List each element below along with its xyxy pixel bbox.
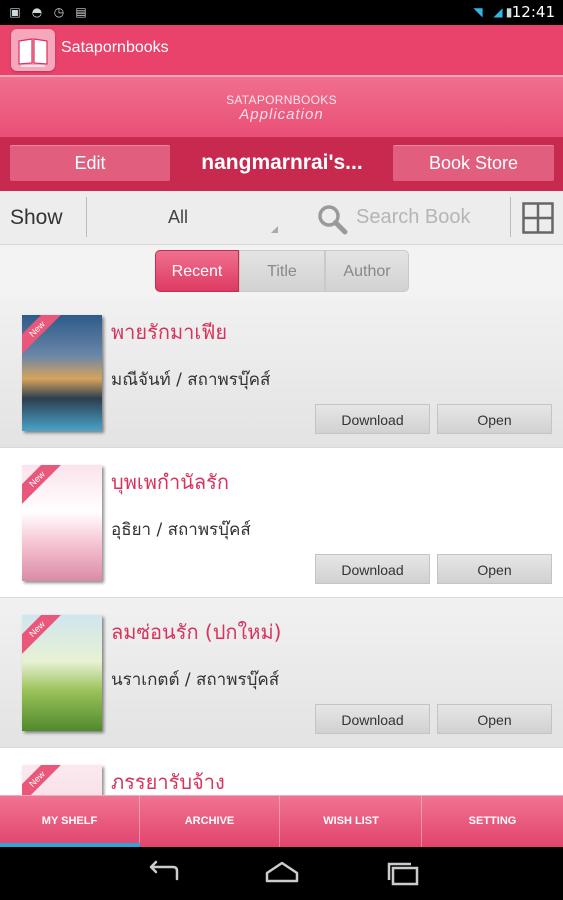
download-button[interactable]: Download bbox=[315, 404, 430, 434]
new-badge: New bbox=[22, 315, 67, 359]
app-banner: SATAPORNBOOKS Application bbox=[0, 75, 563, 137]
system-nav-bar bbox=[0, 847, 563, 900]
wifi-icon: ◥ bbox=[473, 5, 483, 19]
home-icon[interactable] bbox=[262, 859, 302, 889]
banner-subtitle: Application bbox=[239, 106, 324, 123]
image-notification-icon: ▣ bbox=[9, 5, 21, 19]
sort-tab-title[interactable]: Title bbox=[239, 250, 325, 292]
show-filter-dropdown[interactable]: All bbox=[92, 197, 278, 237]
open-button[interactable]: Open bbox=[437, 704, 552, 734]
search-book-input[interactable] bbox=[356, 201, 504, 233]
recent-apps-icon[interactable] bbox=[383, 859, 423, 889]
book-title[interactable]: ลมซ่อนรัก (ปกใหม่) bbox=[111, 616, 281, 648]
tab-archive[interactable]: ARCHIVE bbox=[140, 796, 280, 847]
filter-bar: Show All bbox=[0, 191, 563, 245]
sort-tab-author[interactable]: Author bbox=[325, 250, 409, 292]
book-title[interactable]: ภรรยารับจ้าง bbox=[111, 766, 225, 795]
search-icon[interactable] bbox=[316, 203, 348, 235]
show-filter-value: All bbox=[167, 207, 188, 227]
tab-wish-list[interactable]: WISH LIST bbox=[281, 796, 422, 847]
book-title[interactable]: พายรักมาเฟีย bbox=[111, 316, 227, 348]
edit-button[interactable]: Edit bbox=[10, 145, 170, 181]
signal-icon: ◢ bbox=[493, 5, 503, 19]
book-list: New พายรักมาเฟีย มณีจันท์ / สถาพรบุ๊คส์ … bbox=[0, 298, 563, 795]
tab-label: MY SHELF bbox=[41, 815, 98, 827]
show-label: Show bbox=[10, 206, 63, 229]
book-cover[interactable]: New bbox=[22, 615, 102, 731]
store-notification-icon: ▤ bbox=[75, 5, 87, 19]
list-item[interactable]: New บุพเพกำนัลรัก อุธิยา / สถาพรบุ๊คส์ D… bbox=[0, 448, 563, 598]
list-item[interactable]: New ภรรยารับจ้าง bbox=[0, 748, 563, 795]
status-bar: ▣ ◓ ◷ ▤ ◥ ◢ ▮ 12:41 bbox=[0, 0, 563, 25]
tab-my-shelf[interactable]: MY SHELF bbox=[0, 796, 140, 847]
book-author: นราเกตต์ / สถาพรบุ๊คส์ bbox=[111, 670, 280, 690]
divider bbox=[510, 197, 511, 237]
new-badge: New bbox=[22, 615, 67, 659]
list-item[interactable]: New พายรักมาเฟีย มณีจันท์ / สถาพรบุ๊คส์ … bbox=[0, 298, 563, 448]
dropdown-arrow-icon bbox=[271, 226, 278, 233]
banner-brand: SATAPORNBOOKS bbox=[226, 93, 337, 107]
clock: 12:41 bbox=[511, 3, 555, 21]
book-cover[interactable]: New bbox=[22, 315, 102, 431]
book-author: อุธิยา / สถาพรบุ๊คส์ bbox=[111, 520, 251, 540]
back-icon[interactable] bbox=[143, 859, 183, 889]
app-logo-icon[interactable] bbox=[11, 29, 55, 71]
download-button[interactable]: Download bbox=[315, 704, 430, 734]
open-button[interactable]: Open bbox=[437, 554, 552, 584]
app-title: Satapornbooks bbox=[61, 39, 169, 56]
list-item[interactable]: New ลมซ่อนรัก (ปกใหม่) นราเกตต์ / สถาพรบ… bbox=[0, 598, 563, 748]
book-store-button[interactable]: Book Store bbox=[393, 145, 554, 181]
new-badge: New bbox=[22, 465, 67, 509]
android-notification-icon: ◓ bbox=[31, 5, 43, 19]
tab-setting[interactable]: SETTING bbox=[422, 796, 563, 847]
shelf-toolbar: Edit nangmarnrai's... Book Store bbox=[0, 137, 563, 191]
shelf-owner-name: nangmarnrai's... bbox=[201, 151, 363, 174]
action-bar: Satapornbooks bbox=[0, 25, 563, 75]
book-title[interactable]: บุพเพกำนัลรัก bbox=[111, 466, 229, 498]
sync-notification-icon: ◷ bbox=[53, 5, 65, 19]
download-button[interactable]: Download bbox=[315, 554, 430, 584]
new-badge: New bbox=[22, 765, 67, 795]
open-button[interactable]: Open bbox=[437, 404, 552, 434]
book-cover[interactable]: New bbox=[22, 765, 102, 795]
grid-view-icon[interactable] bbox=[522, 202, 554, 234]
sort-tabs: Recent Title Author bbox=[0, 245, 563, 298]
divider bbox=[86, 197, 87, 237]
sort-tab-recent[interactable]: Recent bbox=[155, 250, 239, 292]
book-author: มณีจันท์ / สถาพรบุ๊คส์ bbox=[111, 370, 271, 390]
book-cover[interactable]: New bbox=[22, 465, 102, 581]
bottom-tab-bar: MY SHELF ARCHIVE WISH LIST SETTING bbox=[0, 795, 563, 847]
